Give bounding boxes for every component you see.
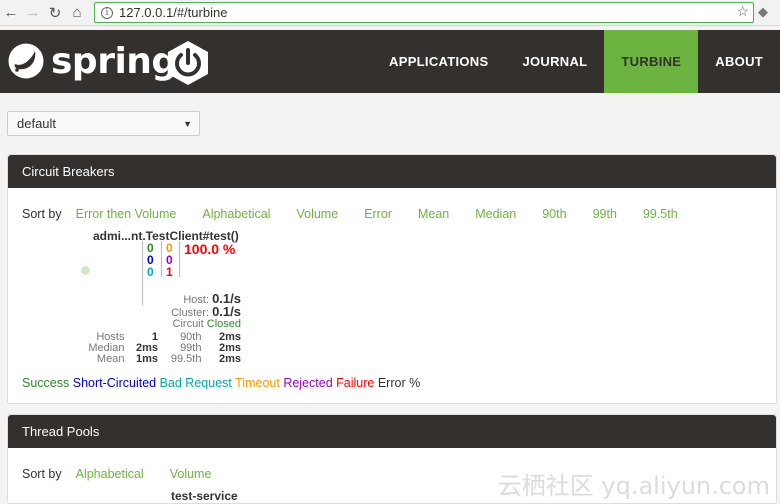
main-nav: APPLICATIONS JOURNAL TURBINE ABOUT bbox=[372, 30, 780, 93]
stat-label: 99.5th bbox=[170, 353, 202, 365]
legend-bad-request: Bad Request bbox=[159, 376, 232, 390]
circuit-breakers-panel: Circuit Breakers Sort by Error then Volu… bbox=[7, 154, 777, 404]
circuit-sort-bar: Sort by Error then Volume Alphabetical V… bbox=[8, 204, 776, 224]
address-bar[interactable]: i 127.0.0.1/#/turbine ☆ bbox=[94, 2, 754, 23]
cluster-select-value: default bbox=[17, 116, 57, 131]
forward-icon[interactable]: → bbox=[22, 2, 44, 24]
sort-90th[interactable]: 90th bbox=[542, 207, 566, 221]
thread-pool-name: test-service bbox=[171, 489, 238, 503]
back-icon[interactable]: ← bbox=[0, 2, 22, 24]
cluster-rate-value: 0.1/s bbox=[212, 304, 241, 319]
spring-leaf-icon bbox=[8, 43, 44, 79]
url-text: 127.0.0.1/#/turbine bbox=[119, 5, 228, 20]
thread-pools-title: Thread Pools bbox=[8, 415, 776, 448]
divider bbox=[179, 241, 180, 277]
legend-rejected: Rejected bbox=[283, 376, 333, 390]
legend-short-circuited: Short-Circuited bbox=[72, 376, 157, 390]
spring-logo[interactable]: spring bbox=[7, 40, 177, 82]
reload-icon[interactable]: ↻ bbox=[44, 2, 66, 24]
sort-median[interactable]: Median bbox=[475, 207, 516, 221]
sort-error-then-volume[interactable]: Error then Volume bbox=[76, 207, 177, 221]
legend-failure: Failure bbox=[336, 376, 375, 390]
latency-stats: Hosts 1 90th 2ms Median 2ms 99th 2ms Mea… bbox=[81, 332, 241, 365]
sort-label: Sort by bbox=[22, 467, 62, 481]
legend-timeout: Timeout bbox=[235, 376, 280, 390]
legend-success: Success bbox=[22, 376, 70, 390]
watermark: 云栖社区 yq.aliyun.com bbox=[497, 472, 770, 500]
cluster-rate: Cluster: 0.1/s bbox=[171, 304, 241, 319]
circuit-breakers-title: Circuit Breakers bbox=[8, 155, 776, 188]
error-percentage: 100.0 % bbox=[184, 241, 236, 257]
sort-mean[interactable]: Mean bbox=[418, 207, 449, 221]
sort-99-5th[interactable]: 99.5th bbox=[643, 207, 678, 221]
chevron-down-icon: ▼ bbox=[183, 119, 192, 129]
sort-alphabetical[interactable]: Alphabetical bbox=[202, 207, 270, 221]
info-icon[interactable]: i bbox=[101, 6, 113, 19]
divider bbox=[142, 241, 143, 305]
extension-icon[interactable]: ◆ bbox=[758, 4, 774, 20]
nav-turbine[interactable]: TURBINE bbox=[604, 30, 699, 93]
status-legend: Success Short-Circuited Bad Request Time… bbox=[22, 376, 420, 390]
divider bbox=[161, 241, 162, 277]
circuit-label: Circuit bbox=[172, 318, 204, 330]
stat-value: 1ms bbox=[136, 353, 159, 365]
bookmark-star-icon[interactable]: ☆ bbox=[736, 3, 749, 20]
failure-count: 1 bbox=[166, 265, 173, 279]
stat-value: 2ms bbox=[218, 353, 241, 365]
spring-boot-power-icon bbox=[168, 41, 208, 85]
nav-about[interactable]: ABOUT bbox=[698, 30, 780, 93]
home-icon[interactable]: ⌂ bbox=[66, 2, 88, 24]
circuit-status: Circuit Closed bbox=[173, 318, 241, 330]
stat-label: Mean bbox=[96, 353, 125, 365]
bad-request-count: 0 bbox=[147, 265, 154, 279]
app-header: spring APPLICATIONS JOURNAL TURBINE ABOU… bbox=[0, 30, 780, 93]
sort-99th[interactable]: 99th bbox=[593, 207, 617, 221]
sort-label: Sort by bbox=[22, 207, 62, 221]
cluster-select[interactable]: default ▼ bbox=[7, 111, 200, 136]
circuit-health-dot bbox=[81, 266, 90, 275]
nav-journal[interactable]: JOURNAL bbox=[505, 30, 604, 93]
stats-row: Mean 1ms 99.5th 2ms bbox=[81, 354, 241, 365]
sort-volume[interactable]: Volume bbox=[170, 467, 212, 481]
sort-error[interactable]: Error bbox=[364, 207, 392, 221]
legend-error-pct: Error % bbox=[377, 376, 421, 390]
sort-alphabetical[interactable]: Alphabetical bbox=[76, 467, 144, 481]
nav-applications[interactable]: APPLICATIONS bbox=[372, 30, 505, 93]
circuit-status-value: Closed bbox=[206, 318, 241, 330]
logo-text: spring bbox=[51, 40, 177, 82]
circuit-widget: admi...nt.TestClient#test() 0 0 0 0 0 1 … bbox=[81, 229, 251, 369]
sort-volume[interactable]: Volume bbox=[296, 207, 338, 221]
